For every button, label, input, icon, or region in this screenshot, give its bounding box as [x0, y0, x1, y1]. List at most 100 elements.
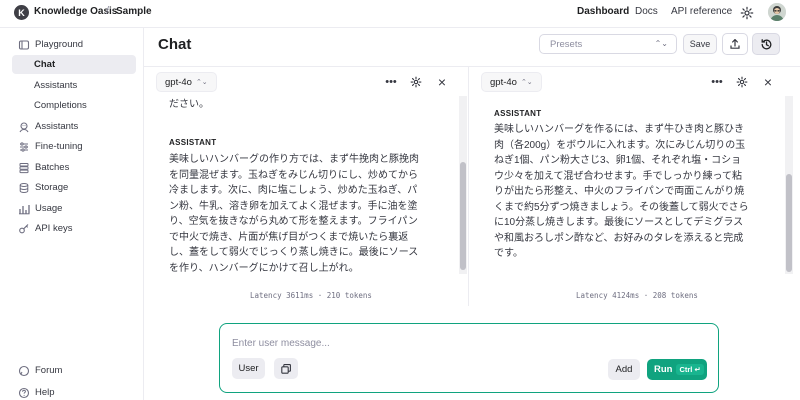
- api-keys-icon: [18, 223, 30, 235]
- fine-tuning-icon: [18, 141, 30, 153]
- presets-select[interactable]: Presets ⌃⌄: [539, 34, 677, 54]
- nav-api-reference[interactable]: API reference: [671, 6, 732, 17]
- sidebar-item-completions[interactable]: Completions: [12, 96, 136, 115]
- message-line: や和風おろしポン酢など、お好みのタレを添えると完成: [494, 232, 744, 244]
- history-icon: [761, 38, 771, 49]
- model-selector[interactable]: gpt-4o ⌃⌄: [156, 72, 217, 92]
- nav-dashboard[interactable]: Dashboard: [577, 6, 629, 17]
- breadcrumb-separator: /: [106, 5, 110, 17]
- sidebar-item-help[interactable]: Help: [12, 383, 136, 400]
- more-options-icon[interactable]: •••: [384, 75, 398, 89]
- message-line: を作り、ハンバーグにかけて召し上がれ。: [169, 262, 359, 274]
- storage-icon: [18, 182, 30, 194]
- assistant-message[interactable]: 美味しいハンバーグの作り方では、まず牛挽肉と豚挽肉 を同量混ぜます。玉ねぎをみじ…: [169, 152, 461, 276]
- top-bar: K Knowledge Oasis / Sample Dashboard Doc…: [0, 0, 800, 28]
- latency-stats: Latency 4124ms · 208 tokens: [576, 291, 698, 300]
- user-avatar-icon: [768, 3, 786, 21]
- message-line: 美味しいハンバーグを作るには、まず牛ひき肉と豚ひき: [494, 124, 744, 135]
- message-line: で中火で焼き、片面が焦げ目がつくまで焼いたら裏返: [169, 231, 409, 243]
- message-line: 美味しいハンバーグの作り方では、まず牛挽肉と豚挽肉: [169, 154, 419, 165]
- close-icon[interactable]: ×: [761, 74, 775, 90]
- message-line: ン粉、牛乳、溶き卵を加えてよく混ぜます。手に油を塗: [169, 200, 418, 212]
- sidebar-item-batches[interactable]: Batches: [12, 158, 136, 177]
- message-line: ウ少々を加えて混ぜ合わせます。手でしっかり練って粘: [494, 170, 742, 182]
- sidebar-item-assistants[interactable]: Assistants: [12, 117, 136, 136]
- message-line: 肉（各200g）をボウルに入れます。次にみじん切りの玉: [494, 139, 746, 151]
- model-name: gpt-4o: [490, 76, 517, 88]
- assistants-icon: [18, 121, 30, 133]
- previous-message-tail: ださい。: [169, 99, 209, 110]
- nav-docs[interactable]: Docs: [635, 6, 658, 17]
- sidebar-item-label: Storage: [35, 182, 69, 193]
- sidebar-item-api-keys[interactable]: API keys: [12, 219, 136, 238]
- message-line: し、蓋をして弱火でじっくり蒸し焼きに。最後にソース: [169, 247, 419, 258]
- more-options-icon[interactable]: •••: [710, 75, 724, 89]
- assistant-role-label: ASSISTANT: [494, 109, 542, 118]
- latency-stats: Latency 3611ms · 210 tokens: [250, 291, 372, 300]
- run-shortcut: Ctrl ↵: [676, 364, 704, 375]
- model-selector[interactable]: gpt-4o ⌃⌄: [481, 72, 542, 92]
- project-name[interactable]: Sample: [116, 6, 152, 17]
- sidebar-item-forum[interactable]: Forum: [12, 361, 136, 380]
- user-message-input[interactable]: Enter user message...: [232, 338, 330, 349]
- sidebar-item-fine-tuning[interactable]: Fine-tuning: [12, 137, 136, 156]
- sidebar-item-label: Completions: [34, 100, 87, 111]
- settings-gear-icon[interactable]: [740, 6, 754, 20]
- add-message-button[interactable]: Add: [608, 359, 640, 380]
- message-line: りが出たら形整え、中火のフライパンで両面こんがり焼: [494, 186, 745, 197]
- sidebar-item-label: Batches: [35, 162, 70, 173]
- sidebar-item-label: Assistants: [34, 80, 78, 91]
- message-line: り、空気を抜きながら丸めて形を整えます。フライパン: [169, 216, 418, 227]
- user-avatar[interactable]: [768, 3, 786, 21]
- sidebar-item-label: Assistants: [35, 121, 79, 132]
- message-area: ASSISTANT 美味しいハンバーグを作るには、まず牛ひき肉と豚ひき 肉（各2…: [469, 94, 791, 304]
- assistant-message[interactable]: 美味しいハンバーグを作るには、まず牛ひき肉と豚ひき 肉（各200g）をボウルに入…: [494, 122, 789, 262]
- copy-icon: [281, 363, 291, 374]
- run-label: Run: [654, 364, 673, 375]
- sidebar-item-label: Usage: [35, 203, 63, 214]
- chevron-updown-icon: ⌃⌄: [520, 79, 533, 86]
- sidebar-item-storage[interactable]: Storage: [12, 178, 136, 197]
- org-avatar[interactable]: K: [14, 5, 29, 20]
- scrollbar-thumb[interactable]: [460, 162, 466, 270]
- help-icon: [18, 387, 30, 399]
- chevron-updown-icon: ⌃⌄: [654, 39, 668, 48]
- save-button[interactable]: Save: [683, 34, 717, 54]
- sidebar-item-label: Fine-tuning: [35, 141, 83, 152]
- org-name[interactable]: Knowledge Oasis: [34, 6, 117, 17]
- message-composer[interactable]: Enter user message... User Add Run Ctrl …: [219, 323, 719, 393]
- assistant-role-label: ASSISTANT: [169, 138, 217, 147]
- model-name: gpt-4o: [165, 76, 192, 88]
- panel-settings-icon[interactable]: [735, 75, 749, 89]
- sidebar-item-chat[interactable]: Chat: [12, 55, 136, 74]
- scrollbar[interactable]: [459, 96, 467, 274]
- close-icon[interactable]: ×: [435, 74, 449, 90]
- compare-panel-right: gpt-4o ⌃⌄ ••• × ASSISTANT 美味しいハンバーグを作るには…: [469, 66, 800, 306]
- scrollbar[interactable]: [785, 96, 793, 274]
- share-button[interactable]: [722, 33, 748, 55]
- forum-icon: [18, 365, 30, 377]
- scrollbar-thumb[interactable]: [786, 174, 792, 272]
- message-line: くまで約5分ずつ焼きましょう。その後蓋して弱火でさら: [494, 201, 749, 213]
- attach-button[interactable]: [274, 358, 298, 379]
- sidebar-item-playground-assistants[interactable]: Assistants: [12, 76, 136, 95]
- sidebar-item-label: Chat: [34, 59, 56, 70]
- history-button[interactable]: [752, 33, 780, 55]
- presets-placeholder: Presets: [550, 38, 583, 50]
- sidebar: Playground Chat Assistants Completions A…: [0, 28, 144, 400]
- sidebar-item-usage[interactable]: Usage: [12, 199, 136, 218]
- message-line: 冷まします。次に、肉に塩こしょう、炒めた玉ねぎ、パ: [169, 185, 418, 196]
- sidebar-item-playground[interactable]: Playground: [12, 35, 136, 54]
- message-line: に10分蒸し焼きします。最後にソースとしてデミグラス: [494, 217, 744, 228]
- upload-icon: [730, 39, 740, 49]
- playground-icon: [18, 39, 30, 51]
- usage-icon: [18, 203, 30, 215]
- run-button[interactable]: Run Ctrl ↵: [647, 359, 707, 380]
- role-toggle-button[interactable]: User: [232, 358, 265, 379]
- page-title: Chat: [158, 36, 192, 53]
- sidebar-item-label: Forum: [35, 365, 63, 376]
- panel-settings-icon[interactable]: [409, 75, 423, 89]
- batches-icon: [18, 162, 30, 174]
- chevron-updown-icon: ⌃⌄: [195, 79, 208, 86]
- message-area: ださい。 ASSISTANT 美味しいハンバーグの作り方では、まず牛挽肉と豚挽肉…: [144, 94, 462, 304]
